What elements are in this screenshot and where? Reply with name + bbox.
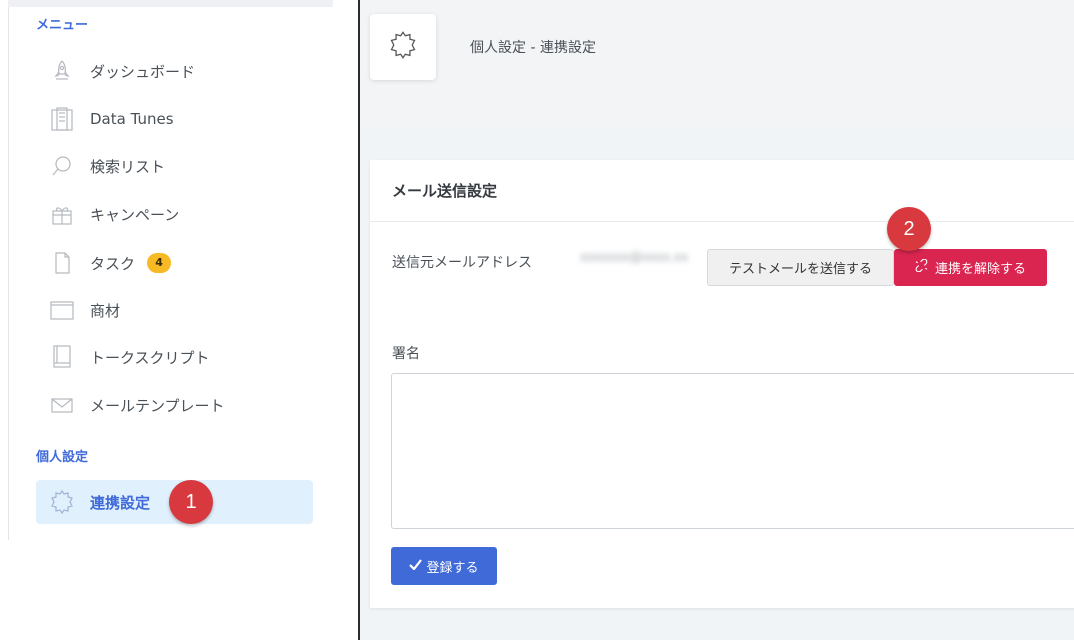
step-marker-2: 2 bbox=[887, 207, 931, 251]
sidebar-item-label: タスク bbox=[90, 254, 136, 273]
sidebar-item-dashboard[interactable]: ダッシュボード bbox=[36, 49, 313, 93]
gear-icon bbox=[48, 488, 76, 516]
gift-icon bbox=[48, 200, 76, 228]
step-marker-1: 1 bbox=[169, 480, 213, 524]
unlink-button[interactable]: 連携を解除する bbox=[894, 249, 1047, 286]
sidebar-item-label: キャンペーン bbox=[90, 205, 180, 224]
book-icon bbox=[48, 343, 76, 371]
sidebar-item-label: Data Tunes bbox=[90, 110, 174, 128]
search-icon bbox=[48, 152, 76, 180]
check-icon bbox=[409, 558, 423, 574]
document-icon bbox=[48, 249, 76, 277]
unlink-button-label: 連携を解除する bbox=[934, 262, 1026, 277]
sidebar-heading-menu: メニュー bbox=[36, 18, 89, 33]
building-icon bbox=[48, 105, 76, 133]
sidebar: メニュー ダッシュボード Data Tunes 検索リスト キャンペーン タスク… bbox=[0, 0, 333, 640]
task-count-badge: 4 bbox=[147, 253, 172, 273]
sidebar-item-campaign[interactable]: キャンペーン bbox=[36, 192, 313, 236]
card-title: メール送信設定 bbox=[370, 160, 1074, 222]
sidebar-heading-personal: 個人設定 bbox=[36, 450, 89, 465]
sidebar-topbar bbox=[8, 0, 333, 7]
sidebar-item-label: 検索リスト bbox=[90, 157, 166, 176]
sidebar-item-talk-script[interactable]: トークスクリプト bbox=[36, 335, 313, 379]
signature-textarea[interactable] bbox=[391, 373, 1074, 529]
gear-icon bbox=[388, 30, 418, 64]
box-icon bbox=[48, 296, 76, 324]
register-button-label: 登録する bbox=[426, 560, 479, 576]
page-header: 個人設定 - 連携設定 bbox=[360, 0, 1074, 128]
sidebar-item-label: 商材 bbox=[90, 301, 121, 320]
signature-label: 署名 bbox=[392, 346, 420, 362]
main-content: 個人設定 - 連携設定 メール送信設定 送信元メールアドレス xxxxxxx@x… bbox=[360, 0, 1074, 640]
sidebar-item-label: メールテンプレート bbox=[90, 396, 225, 415]
sidebar-item-label: ダッシュボード bbox=[90, 62, 196, 81]
send-test-mail-button[interactable]: テストメールを送信する bbox=[707, 249, 894, 286]
sidebar-item-task[interactable]: タスク 4 bbox=[36, 241, 313, 285]
mail-icon bbox=[48, 391, 76, 419]
sidebar-item-label: トークスクリプト bbox=[90, 348, 210, 367]
page-title: 個人設定 - 連携設定 bbox=[470, 40, 596, 56]
rocket-icon bbox=[48, 57, 76, 85]
unlink-icon bbox=[915, 258, 928, 276]
sidebar-item-label: 連携設定 bbox=[90, 493, 151, 512]
register-button[interactable]: 登録する bbox=[391, 547, 497, 585]
sender-address-label: 送信元メールアドレス bbox=[392, 255, 532, 271]
sidebar-item-mail-template[interactable]: メールテンプレート bbox=[36, 383, 313, 427]
sender-address-value: xxxxxxx@xxxx.xx bbox=[580, 250, 689, 264]
sidebar-item-products[interactable]: 商材 bbox=[36, 288, 313, 332]
mail-settings-card: メール送信設定 送信元メールアドレス xxxxxxx@xxxx.xx テストメー… bbox=[370, 160, 1074, 608]
sidebar-item-search-list[interactable]: 検索リスト bbox=[36, 144, 313, 188]
page-header-icon bbox=[370, 14, 436, 80]
sidebar-item-data-tunes[interactable]: Data Tunes bbox=[36, 97, 313, 141]
